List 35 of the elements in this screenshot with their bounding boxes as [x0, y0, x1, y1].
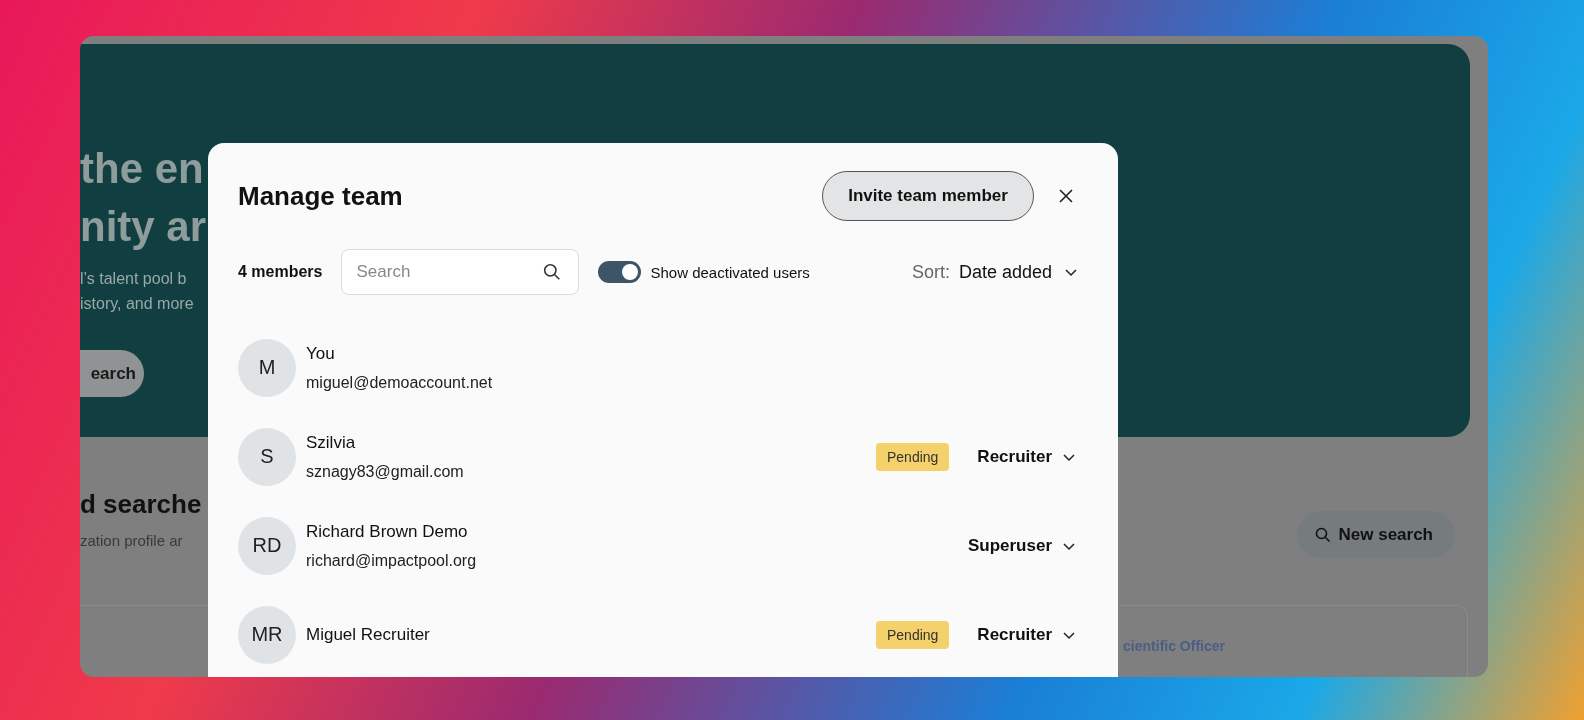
member-name: Miguel Recruiter — [306, 624, 430, 645]
sort-label: Sort: — [911, 261, 950, 283]
hero-heading: nity ar — [80, 202, 207, 252]
role-dropdown[interactable]: Superuser — [967, 535, 1076, 556]
search-button[interactable]: earch — [80, 350, 144, 397]
new-search-button[interactable]: New search — [1296, 511, 1455, 558]
avatar: S — [238, 427, 296, 486]
member-email: richard@impactpool.org — [306, 551, 477, 570]
member-email: sznagy83@gmail.com — [306, 462, 464, 481]
avatar: RD — [238, 516, 296, 575]
toggle-label: Show deactivated users — [650, 263, 810, 281]
status-badge: Pending — [875, 442, 950, 471]
close-icon[interactable] — [1058, 188, 1074, 204]
hero-heading: the en — [80, 144, 204, 194]
member-email: miguel@demoaccount.net — [306, 373, 493, 392]
search-field[interactable]: Search — [340, 249, 579, 295]
member-name: Richard Brown Demo — [306, 521, 469, 542]
hero-subtitle: l’s talent pool b — [80, 269, 188, 289]
member-count: 4 members — [238, 263, 323, 281]
section-title: d searche — [80, 489, 202, 520]
role-dropdown[interactable]: Recruiter — [977, 446, 1076, 467]
member-name: Szilvia — [306, 432, 357, 453]
dialog-title: Manage team — [238, 180, 403, 212]
status-badge: Pending — [875, 620, 950, 649]
member-name: You — [306, 343, 336, 364]
toggle-switch[interactable] — [597, 261, 641, 283]
avatar: M — [238, 338, 296, 397]
search-icon — [542, 263, 561, 281]
search-icon — [1314, 526, 1331, 543]
hero-subtitle: istory, and more — [80, 294, 194, 314]
avatar: MR — [238, 605, 296, 664]
section-subtitle: zation profile ar — [80, 532, 184, 549]
role-dropdown[interactable]: Recruiter — [977, 624, 1076, 645]
sort-dropdown[interactable]: Date added — [958, 261, 1078, 283]
invite-button[interactable]: Invite team member — [822, 171, 1034, 221]
